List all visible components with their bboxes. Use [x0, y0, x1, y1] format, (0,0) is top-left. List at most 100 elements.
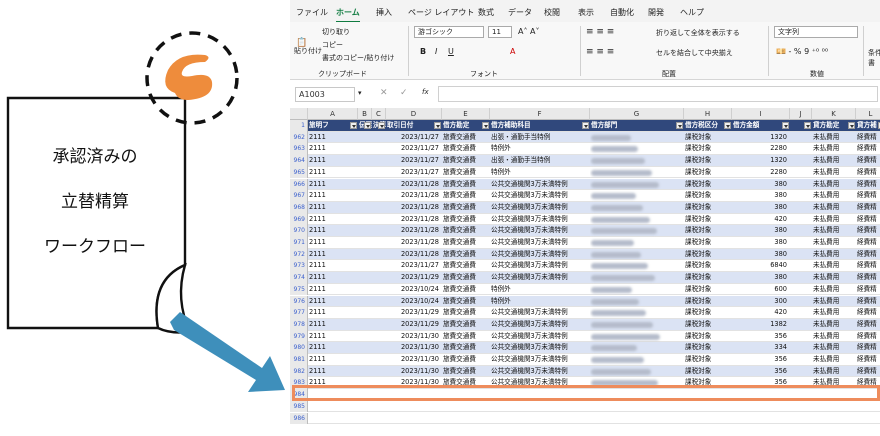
cell-J[interactable]	[790, 214, 812, 226]
table-row[interactable]: 979 2111 2023/11/30 旅費交通費 公共交通機関3万未満特例 課税対象 35…	[290, 330, 880, 343]
cell-B[interactable]	[358, 202, 372, 214]
table-row[interactable]: 968 2111 2023/11/28 旅費交通費 公共交通機関3万未満特例 課税対象 38…	[290, 201, 880, 214]
filter-dropdown-icon[interactable]	[350, 122, 357, 129]
cell-G[interactable]: 借方部門	[590, 120, 684, 132]
cell-L[interactable]: 経費精	[856, 179, 880, 191]
menu-tab-2[interactable]: 挿入	[376, 7, 392, 18]
column-header-H[interactable]: H	[684, 108, 732, 120]
cell-E[interactable]: 旅費交通費	[442, 296, 490, 308]
cell-G[interactable]	[590, 366, 684, 378]
cell-H[interactable]: 課税対象	[684, 296, 732, 308]
menu-tab-6[interactable]: 校閲	[544, 7, 560, 18]
cell-K[interactable]: 未払費用	[812, 249, 856, 261]
cell-K[interactable]: 未払費用	[812, 179, 856, 191]
formula-input[interactable]	[438, 86, 878, 102]
cell-E[interactable]: 旅費交通費	[442, 260, 490, 272]
filter-dropdown-icon[interactable]	[364, 122, 371, 129]
align-left-icon[interactable]: ≡ ≡ ≡	[586, 47, 614, 57]
cell-F[interactable]: 特例外	[490, 143, 590, 155]
cell-G[interactable]	[590, 179, 684, 191]
cell-G[interactable]	[590, 284, 684, 296]
cell-E[interactable]: 旅費交通費	[442, 155, 490, 167]
row-number[interactable]: 982	[290, 365, 308, 378]
cell-E[interactable]: 旅費交通費	[442, 331, 490, 343]
cell-A[interactable]: 2111	[308, 307, 358, 319]
cell-C[interactable]: 決算	[372, 120, 386, 132]
cell-G[interactable]	[590, 331, 684, 343]
cell-F[interactable]: 公共交通機関3万未満特例	[490, 249, 590, 261]
cell-E[interactable]: 旅費交通費	[442, 190, 490, 202]
cell-K[interactable]: 未払費用	[812, 202, 856, 214]
cell-G[interactable]	[590, 225, 684, 237]
cell-B[interactable]	[358, 143, 372, 155]
column-header-F[interactable]: F	[490, 108, 590, 120]
cell-E[interactable]: 旅費交通費	[442, 179, 490, 191]
cell-B[interactable]	[358, 366, 372, 378]
cell-L[interactable]: 経費精	[856, 272, 880, 284]
cell-D[interactable]: 2023/11/27	[386, 132, 442, 144]
cell-C[interactable]	[372, 249, 386, 261]
cell-A[interactable]: 2111	[308, 237, 358, 249]
bold-button[interactable]: B	[420, 47, 426, 56]
cell-E[interactable]: 借方勘定	[442, 120, 490, 132]
filter-dropdown-icon[interactable]	[724, 122, 731, 129]
row-number[interactable]: 967	[290, 190, 308, 202]
cell-G[interactable]	[590, 143, 684, 155]
menu-tab-10[interactable]: ヘルプ	[680, 7, 704, 18]
cell-D[interactable]: 2023/11/30	[386, 354, 442, 366]
cell-G[interactable]	[590, 202, 684, 214]
cell-E[interactable]: 旅費交通費	[442, 354, 490, 366]
cut-button[interactable]: 切り取り	[322, 27, 350, 37]
cell-E[interactable]: 旅費交通費	[442, 237, 490, 249]
cell-G[interactable]	[590, 167, 684, 179]
cell-B[interactable]	[358, 237, 372, 249]
table-row[interactable]: 981 2111 2023/11/30 旅費交通費 公共交通機関3万未満特例 課税対象 35…	[290, 354, 880, 366]
column-header-A[interactable]: A	[308, 108, 358, 120]
cell-H[interactable]: 課税対象	[684, 179, 732, 191]
cell-J[interactable]	[790, 202, 812, 214]
cell-K[interactable]: 未払費用	[812, 214, 856, 226]
cell-I[interactable]: 600	[732, 284, 790, 296]
cell-A[interactable]: 2111	[308, 167, 358, 179]
cell-D[interactable]: 2023/11/28	[386, 237, 442, 249]
row-number[interactable]: 1	[290, 120, 308, 132]
cell-E[interactable]: 旅費交通費	[442, 167, 490, 179]
table-row[interactable]: 967 2111 2023/11/28 旅費交通費 公共交通機関3万未満特例 課税対象 38…	[290, 190, 880, 202]
cell-J[interactable]	[790, 179, 812, 191]
cell-H[interactable]: 課税対象	[684, 284, 732, 296]
cell-H[interactable]: 課税対象	[684, 272, 732, 284]
cell-L[interactable]: 経費精	[856, 284, 880, 296]
cell-C[interactable]	[372, 284, 386, 296]
cell-D[interactable]: 2023/11/29	[386, 272, 442, 284]
cell-D[interactable]: 2023/11/27	[386, 260, 442, 272]
cell-H[interactable]: 課税対象	[684, 342, 732, 354]
cell-C[interactable]	[372, 225, 386, 237]
currency-button[interactable]: 💴 - % 9 ⁺⁰ ⁰⁰	[776, 47, 828, 56]
cell-F[interactable]: 出張・通勤手当特例	[490, 155, 590, 167]
menu-tab-0[interactable]: ファイル	[296, 7, 328, 18]
cell-D[interactable]: 2023/11/28	[386, 214, 442, 226]
menu-tab-5[interactable]: データ	[508, 7, 532, 18]
cell-F[interactable]: 公共交通機関3万未満特例	[490, 319, 590, 331]
cell-I[interactable]: 借方金額	[732, 120, 790, 132]
cell-G[interactable]	[590, 272, 684, 284]
menu-tab-9[interactable]: 開発	[648, 7, 664, 18]
cell-K[interactable]: 未払費用	[812, 132, 856, 144]
column-header-K[interactable]: K	[812, 108, 856, 120]
cell-C[interactable]	[372, 260, 386, 272]
cell-H[interactable]: 課税対象	[684, 249, 732, 261]
cell-A[interactable]: 2111	[308, 296, 358, 308]
cell-K[interactable]: 未払費用	[812, 155, 856, 167]
enter-icon[interactable]: ✓	[400, 88, 408, 98]
cell-G[interactable]	[590, 354, 684, 366]
table-row[interactable]: 982 2111 2023/11/30 旅費交通費 公共交通機関3万未満特例 課税対象 35…	[290, 365, 880, 378]
cell-L[interactable]: 経費精	[856, 366, 880, 378]
align-top-icon[interactable]: ≡ ≡ ≡	[586, 27, 614, 37]
cell-I[interactable]: 1320	[732, 132, 790, 144]
table-row[interactable]: 975 2111 2023/10/24 旅費交通費 特例外 課税対象 600 未払費用 経費精	[290, 283, 880, 296]
cell-C[interactable]	[372, 202, 386, 214]
menu-tab-1[interactable]: ホーム	[336, 7, 360, 23]
paste-button[interactable]: 貼り付け	[294, 46, 322, 56]
cell-B[interactable]	[358, 260, 372, 272]
font-name-select[interactable]: 游ゴシック	[414, 26, 484, 38]
